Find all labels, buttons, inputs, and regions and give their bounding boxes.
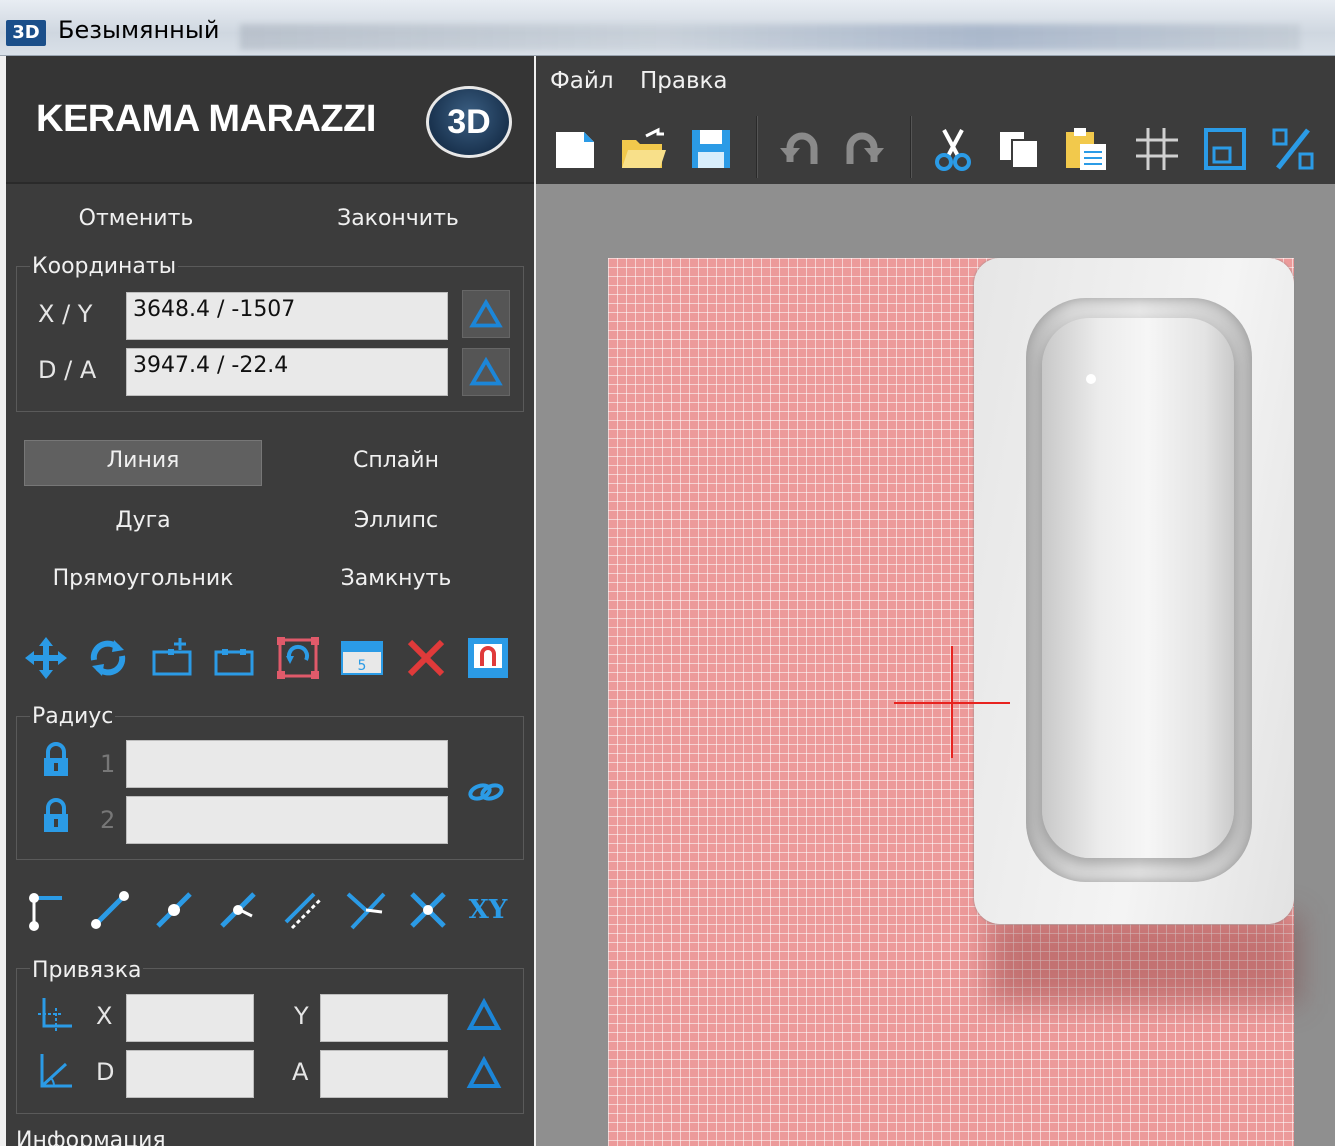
snap-perpendicular-icon[interactable] xyxy=(214,886,262,934)
snap-x-label: X xyxy=(96,1002,113,1030)
line-mode-label[interactable]: Линия xyxy=(24,448,262,473)
coordinates-group-label: Координаты xyxy=(30,254,179,279)
snap-a-label: A xyxy=(292,1058,309,1086)
bathtub-basin xyxy=(1042,318,1234,858)
open-folder-icon[interactable] xyxy=(618,124,668,174)
da-label: D / A xyxy=(38,356,97,384)
percent-icon[interactable] xyxy=(1268,124,1318,174)
snap-da-apply-button[interactable] xyxy=(462,1052,506,1096)
triangle-icon xyxy=(466,1055,502,1088)
radius-row2-label: 2 xyxy=(100,806,116,834)
move-icon[interactable] xyxy=(22,634,70,682)
add-point-icon[interactable] xyxy=(148,634,196,682)
viewport-canvas[interactable] xyxy=(536,184,1335,1146)
cancel-button[interactable]: Отменить xyxy=(56,206,216,231)
triangle-icon xyxy=(466,997,502,1030)
title-bar: 3D Безымянный xyxy=(0,0,1335,56)
snap-xy-icon[interactable]: XY xyxy=(464,886,512,934)
snap-d-label: D xyxy=(96,1058,115,1086)
lock-icon[interactable] xyxy=(36,740,76,780)
paste-icon[interactable] xyxy=(1060,124,1110,174)
finish-button[interactable]: Закончить xyxy=(318,206,478,231)
link-icon[interactable] xyxy=(464,770,508,814)
radius-input-1[interactable] xyxy=(126,740,448,788)
xy-input[interactable]: 3648.4 / -1507 xyxy=(126,292,448,340)
info-group-label: Информация xyxy=(16,1128,166,1146)
triangle-icon xyxy=(469,298,503,328)
menu-toolbar: Файл Правка xyxy=(536,56,1335,184)
magnet-icon[interactable] xyxy=(464,634,512,682)
save-icon[interactable] xyxy=(686,124,736,174)
snap-bisector-icon[interactable] xyxy=(342,886,390,934)
snap-y-input[interactable] xyxy=(320,994,448,1042)
toolbar-separator xyxy=(756,116,758,178)
logo-area: KERAMA MARAZZI 3D xyxy=(6,56,534,184)
snap-a-input[interactable] xyxy=(320,1050,448,1098)
xy-apply-button[interactable] xyxy=(462,290,510,338)
bathtub-model[interactable] xyxy=(974,258,1294,924)
new-file-icon[interactable] xyxy=(550,124,600,174)
bathtub-highlight xyxy=(1086,374,1096,384)
delete-icon[interactable] xyxy=(402,634,450,682)
toolbar-separator xyxy=(910,116,912,178)
snap-angle-icon xyxy=(32,1050,76,1094)
left-tool-panel: KERAMA MARAZZI 3D Отменить Закончить Коо… xyxy=(6,56,534,1146)
redo-icon[interactable] xyxy=(840,124,890,174)
snap-endpoint-icon[interactable] xyxy=(22,886,70,934)
svg-text:5: 5 xyxy=(358,658,367,674)
arc-mode-button[interactable]: Дуга xyxy=(24,508,262,533)
snap-intersection-icon[interactable] xyxy=(404,886,452,934)
remove-point-icon[interactable] xyxy=(210,634,258,682)
spline-mode-button[interactable]: Сплайн xyxy=(296,448,496,473)
snap-xy-text: XY xyxy=(469,895,508,925)
bathtub-rim xyxy=(1026,298,1252,882)
snap-d-input[interactable] xyxy=(126,1050,254,1098)
title-bar-blurred-area xyxy=(240,24,1300,50)
close-shape-button[interactable]: Замкнуть xyxy=(296,566,496,591)
window-icon[interactable] xyxy=(1200,124,1250,174)
window-title: Безымянный xyxy=(58,16,220,44)
snap-midpoint-icon[interactable] xyxy=(150,886,198,934)
ellipse-mode-button[interactable]: Эллипс xyxy=(296,508,496,533)
da-apply-button[interactable] xyxy=(462,348,510,396)
snap-group-label: Привязка xyxy=(30,958,144,983)
snap-axis-icon xyxy=(32,994,76,1038)
snap-parallel-icon[interactable] xyxy=(278,886,326,934)
snap-y-label: Y xyxy=(294,1002,309,1030)
snap-x-input[interactable] xyxy=(126,994,254,1042)
cut-icon[interactable] xyxy=(928,124,978,174)
da-input[interactable]: 3947.4 / -22.4 xyxy=(126,348,448,396)
menu-file[interactable]: Файл xyxy=(550,68,614,94)
snap-xy-apply-button[interactable] xyxy=(462,994,506,1038)
lock-icon[interactable] xyxy=(36,796,76,836)
transform-icon[interactable] xyxy=(274,634,322,682)
rectangle-mode-button[interactable]: Прямоугольник xyxy=(24,566,262,591)
snap-segment-icon[interactable] xyxy=(86,886,134,934)
measure-icon[interactable]: 5 xyxy=(338,634,386,682)
triangle-icon xyxy=(469,356,503,386)
radius-group-label: Радиус xyxy=(30,704,116,729)
rotate-icon[interactable] xyxy=(84,634,132,682)
crosshair-cursor-vertical xyxy=(951,646,953,758)
radius-row1-label: 1 xyxy=(100,750,116,778)
brand-logo-text: KERAMA MARAZZI xyxy=(36,98,376,140)
bathtub-shadow xyxy=(988,914,1300,1004)
xy-label: X / Y xyxy=(38,300,93,328)
copy-icon[interactable] xyxy=(994,124,1044,174)
brand-3d-badge: 3D xyxy=(426,86,512,158)
radius-input-2[interactable] xyxy=(126,796,448,844)
grid-icon[interactable] xyxy=(1132,124,1182,174)
menu-edit[interactable]: Правка xyxy=(640,68,728,94)
app-icon: 3D xyxy=(6,20,46,46)
undo-icon[interactable] xyxy=(774,124,824,174)
